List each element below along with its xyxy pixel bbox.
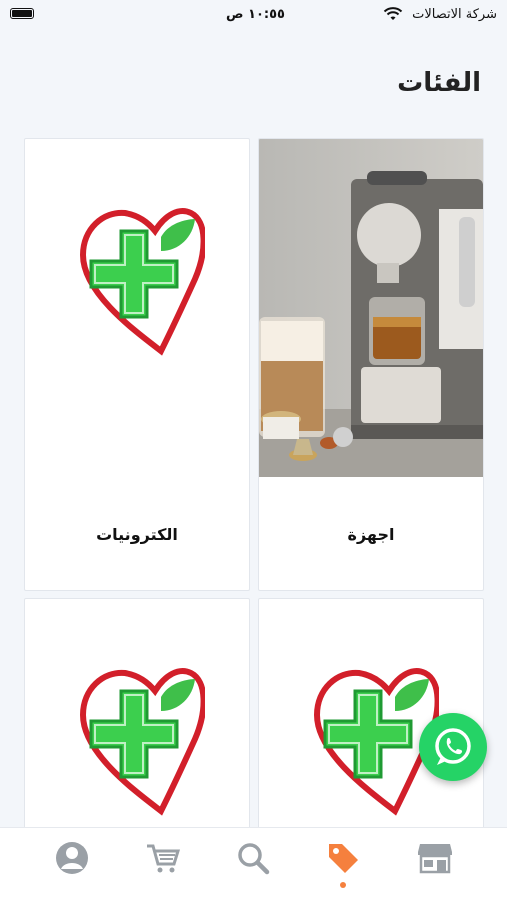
category-card-devices[interactable]: اجهزة <box>258 138 484 591</box>
whatsapp-icon <box>435 728 471 765</box>
category-label: الكترونيات <box>96 525 178 544</box>
tag-icon[interactable] <box>323 838 363 878</box>
pharmacy-logo <box>79 668 205 816</box>
carrier-name: شركة الاتصالات <box>412 7 497 22</box>
pharmacy-logo <box>79 208 205 356</box>
coffee-machine-photo <box>259 139 483 477</box>
tab-bar <box>0 827 507 901</box>
page-title: الفئات <box>397 68 481 98</box>
category-card[interactable] <box>24 598 250 838</box>
status-bar: ١٠:٥٥ ص شركة الاتصالات <box>0 0 507 30</box>
category-card-electronics[interactable]: الكترونيات <box>24 138 250 591</box>
profile-icon[interactable] <box>52 838 92 878</box>
whatsapp-button[interactable] <box>419 713 487 781</box>
category-label: اجهزة <box>347 525 395 544</box>
battery-icon <box>10 8 34 19</box>
status-time: ١٠:٥٥ ص <box>226 7 285 22</box>
active-tab-indicator <box>340 882 346 888</box>
wifi-icon <box>383 7 403 20</box>
store-icon[interactable] <box>415 838 455 878</box>
cart-icon[interactable] <box>143 838 183 878</box>
search-icon[interactable] <box>233 838 273 878</box>
